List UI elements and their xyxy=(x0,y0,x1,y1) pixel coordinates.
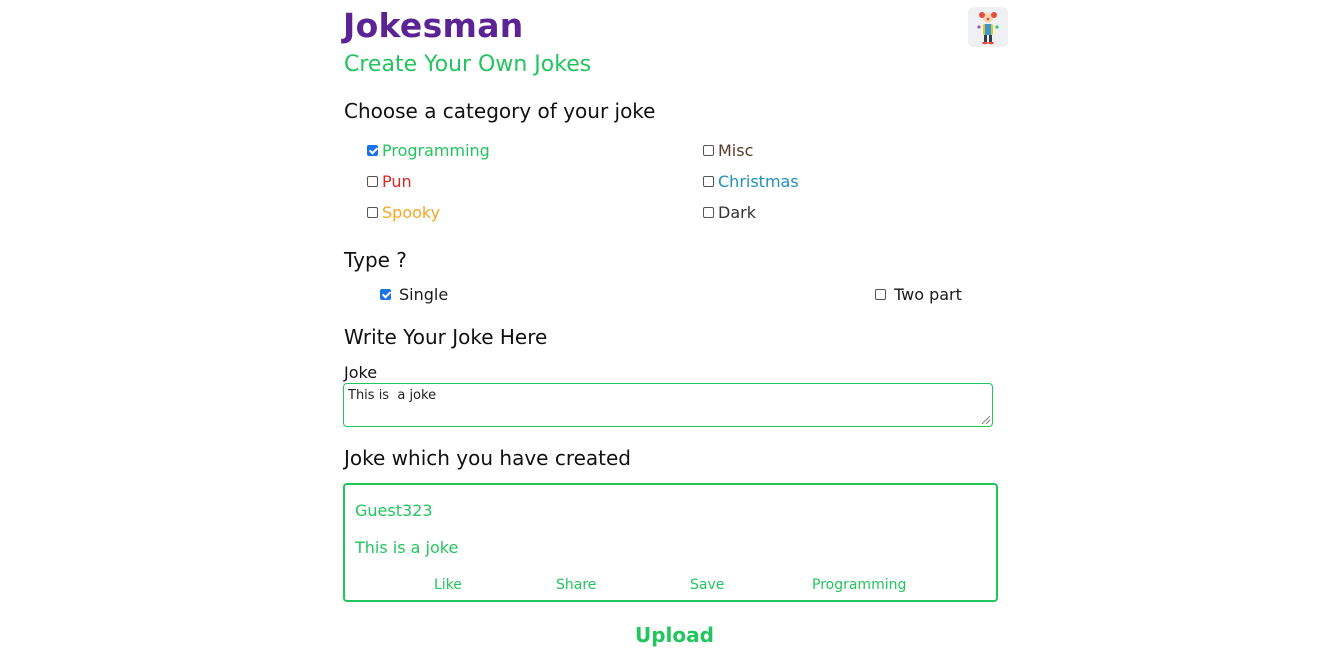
category-option-dark[interactable]: Dark xyxy=(703,203,756,222)
checkbox[interactable] xyxy=(380,289,391,300)
checkbox[interactable] xyxy=(875,289,886,300)
type-label: Two part xyxy=(894,285,962,304)
checkbox[interactable] xyxy=(703,176,714,187)
type-option-two-part[interactable]: Two part xyxy=(875,285,962,304)
app-subtitle: Create Your Own Jokes xyxy=(344,52,592,77)
category-label: Spooky xyxy=(382,203,441,222)
app-title: Jokesman xyxy=(343,6,524,45)
category-option-spooky[interactable]: Spooky xyxy=(367,203,440,222)
write-heading: Write Your Joke Here xyxy=(344,325,548,349)
category-option-misc[interactable]: Misc xyxy=(703,141,753,160)
category-label: Misc xyxy=(718,141,754,160)
checkbox[interactable] xyxy=(703,145,714,156)
category-label: Christmas xyxy=(718,172,799,191)
checkbox[interactable] xyxy=(367,176,378,187)
share-button[interactable]: Share xyxy=(556,577,596,593)
page: Jokesman Create Your Own Jokes Choose a … xyxy=(0,0,1339,658)
avatar[interactable] xyxy=(968,7,1008,47)
type-option-single[interactable]: Single xyxy=(380,285,448,304)
upload-button[interactable]: Upload xyxy=(635,623,714,647)
preview-heading: Joke which you have created xyxy=(344,446,632,470)
checkbox[interactable] xyxy=(367,207,378,218)
category-tag: Programming xyxy=(812,577,907,593)
type-label: Single xyxy=(399,285,449,304)
category-label: Programming xyxy=(382,141,490,160)
joke-textarea-value: This is a joke xyxy=(348,388,437,403)
category-label: Pun xyxy=(382,172,412,191)
category-heading: Choose a category of your joke xyxy=(344,99,656,123)
like-button[interactable]: Like xyxy=(434,577,462,593)
category-label: Dark xyxy=(718,203,756,222)
joke-field-label: Joke xyxy=(344,363,378,382)
type-heading: Type ? xyxy=(344,248,407,272)
category-option-programming[interactable]: Programming xyxy=(367,141,490,160)
category-option-christmas[interactable]: Christmas xyxy=(703,172,799,191)
joke-text: This is a joke xyxy=(355,538,459,557)
checkbox[interactable] xyxy=(367,145,378,156)
checkbox[interactable] xyxy=(703,207,714,218)
category-option-pun[interactable]: Pun xyxy=(367,172,412,191)
resize-handle-icon[interactable] xyxy=(982,416,990,424)
joke-textarea[interactable]: This is a joke xyxy=(343,383,993,427)
joke-preview-card: Guest323 This is a joke Like Share Save … xyxy=(343,483,998,602)
clown-icon xyxy=(977,12,999,45)
joke-author: Guest323 xyxy=(355,501,433,520)
save-button[interactable]: Save xyxy=(690,577,724,593)
